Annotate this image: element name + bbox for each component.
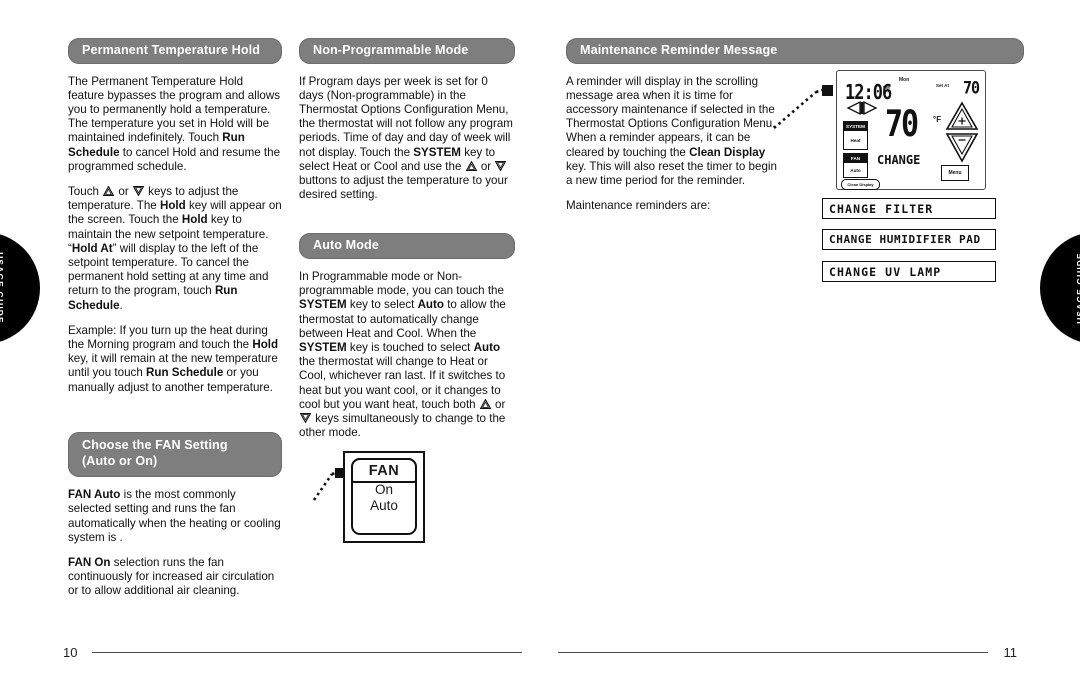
text-run: or: [477, 159, 495, 173]
fan-callout-title: FAN: [351, 458, 417, 483]
text-run-bold: SYSTEM: [299, 298, 347, 312]
page-number-left: 10: [63, 645, 78, 660]
fan-option-auto: Auto: [370, 498, 398, 513]
reminder-message-box: CHANGE UV LAMP: [822, 261, 996, 282]
text-run-bold: SYSTEM: [413, 145, 461, 159]
text-run: or: [115, 185, 132, 199]
section-heading-permanent-hold: Permanent Temperature Hold: [68, 38, 282, 64]
reminder-message-box: CHANGE HUMIDIFIER PAD: [822, 229, 996, 250]
thermostat-set-at-label: Set At: [935, 83, 949, 88]
text-run: The Permanent Temperature Hold feature b…: [68, 74, 281, 145]
text-run-bold: Hold: [159, 199, 186, 213]
text-run-bold: SYSTEM: [299, 341, 347, 355]
paragraph-auto-mode: In Programmable mode or Non-programmable…: [299, 270, 515, 440]
text-run-bold: Hold: [181, 213, 208, 227]
column-two: Non-Programmable Mode If Program days pe…: [299, 38, 515, 451]
leader-line-fan: [312, 462, 346, 502]
thermostat-degree-unit: °F: [933, 115, 942, 124]
reminder-message-box: CHANGE FILTER: [822, 198, 996, 219]
thermostat-screen: Mon 12:06 PM Set At 70 70 °F CHANGE SYST…: [837, 71, 985, 190]
thumb-tab-left-label: USAGE GUIDE: [0, 252, 5, 324]
text-run-bold: Auto: [417, 298, 444, 312]
manual-spread: USAGE GUIDE USAGE GUIDE Permanent Temper…: [0, 0, 1080, 692]
footer-rule-left: [92, 652, 522, 653]
down-arrow-key-icon: [495, 160, 507, 172]
paragraph-non-programmable: If Program days per week is set for 0 da…: [299, 75, 515, 203]
thermostat-mode-button[interactable]: Heat: [843, 130, 868, 150]
thermostat-fan-mode-button[interactable]: Auto: [843, 162, 868, 178]
thumb-tab-right-label: USAGE GUIDE: [1074, 252, 1080, 324]
text-run: key. This will also reset the timer to b…: [566, 159, 777, 188]
text-run-bold: FAN On: [68, 555, 111, 569]
thermostat-current-temp: 70: [885, 103, 919, 146]
paragraph-fan-auto: FAN Auto is the most commonly selected s…: [68, 488, 282, 545]
section-heading-fan-setting-line1: Choose the FAN Setting: [82, 437, 228, 452]
down-arrow-key-icon: [132, 186, 145, 197]
paragraph-permanent-hold-2: Touch or keys to adjust the temperature.…: [68, 185, 282, 313]
paragraph-maintenance-reminder: A reminder will display in the scrolling…: [566, 75, 781, 189]
text-run-bold: Auto: [473, 341, 501, 355]
fan-callout-inner: FAN On Auto: [351, 458, 417, 535]
text-run-bold: FAN Auto: [68, 488, 121, 502]
paragraph-fan-on: FAN On selection runs the fan continuous…: [68, 556, 282, 599]
text-run: Touch: [68, 185, 103, 199]
thermostat-clean-display-button[interactable]: Clean Display: [841, 179, 880, 190]
up-arrow-key-icon: [465, 160, 477, 171]
section-heading-maintenance-reminder: Maintenance Reminder Message: [566, 38, 1024, 64]
fan-option-on: On: [374, 482, 393, 497]
text-run: keys simultaneously to change to the oth…: [299, 412, 506, 440]
paragraph-permanent-hold-3: Example: If you turn up the heat during …: [68, 324, 282, 395]
up-arrow-key-icon: [102, 185, 115, 196]
text-run: Example: If you turn up the heat during …: [68, 323, 268, 352]
section-heading-fan-setting: Choose the FAN Setting (Auto or On): [68, 431, 282, 478]
fan-callout-options: On Auto: [353, 482, 415, 514]
footer-rule-right: [558, 652, 988, 653]
thermostat-period-arrows-icon[interactable]: [845, 100, 879, 121]
down-arrow-key-icon: [299, 413, 312, 424]
text-run: key is touched to select: [346, 341, 474, 355]
text-run: .: [119, 298, 123, 312]
up-arrow-key-icon: [479, 398, 492, 409]
thermostat-meridiem: PM: [883, 85, 890, 90]
text-run-bold: Hold: [252, 338, 279, 352]
text-run: In Programmable mode or Non-programmable…: [299, 270, 504, 298]
text-run-bold: Run Schedule: [146, 366, 224, 380]
text-run: buttons to adjust the temperature to you…: [299, 174, 508, 202]
thermostat-scroll-message: CHANGE: [877, 153, 921, 167]
thermostat-day: Mon: [899, 77, 910, 83]
text-run-bold: Clean Display: [689, 145, 766, 159]
thumb-tab-left: USAGE GUIDE: [0, 232, 40, 344]
thermostat-menu-button[interactable]: Menu: [941, 165, 969, 181]
fan-callout-box: FAN On Auto: [343, 451, 425, 543]
text-run: or: [491, 397, 506, 411]
column-three: Maintenance Reminder Message A reminder …: [566, 38, 1024, 224]
page-number-right: 11: [1003, 645, 1018, 660]
text-run: key to select: [346, 298, 418, 312]
text-run: the thermostat will change to Heat or Co…: [299, 355, 506, 411]
thermostat-up-down-keys[interactable]: [945, 101, 979, 168]
leader-line-thermostat: [772, 82, 838, 130]
thermostat-illustration: Mon 12:06 PM Set At 70 70 °F CHANGE SYST…: [836, 70, 986, 190]
section-heading-non-programmable: Non-Programmable Mode: [299, 38, 515, 64]
section-heading-auto-mode: Auto Mode: [299, 233, 515, 260]
paragraph-permanent-hold-1: The Permanent Temperature Hold feature b…: [68, 75, 282, 174]
thumb-tab-right: USAGE GUIDE: [1040, 232, 1080, 344]
text-run-bold: Hold At: [71, 241, 113, 255]
thermostat-set-at-value: 70: [962, 77, 980, 99]
column-one: Permanent Temperature Hold The Permanent…: [68, 38, 282, 610]
section-heading-fan-setting-line2: (Auto or On): [82, 454, 158, 469]
paragraph-maintenance-reminder-lead: Maintenance reminders are:: [566, 199, 711, 213]
